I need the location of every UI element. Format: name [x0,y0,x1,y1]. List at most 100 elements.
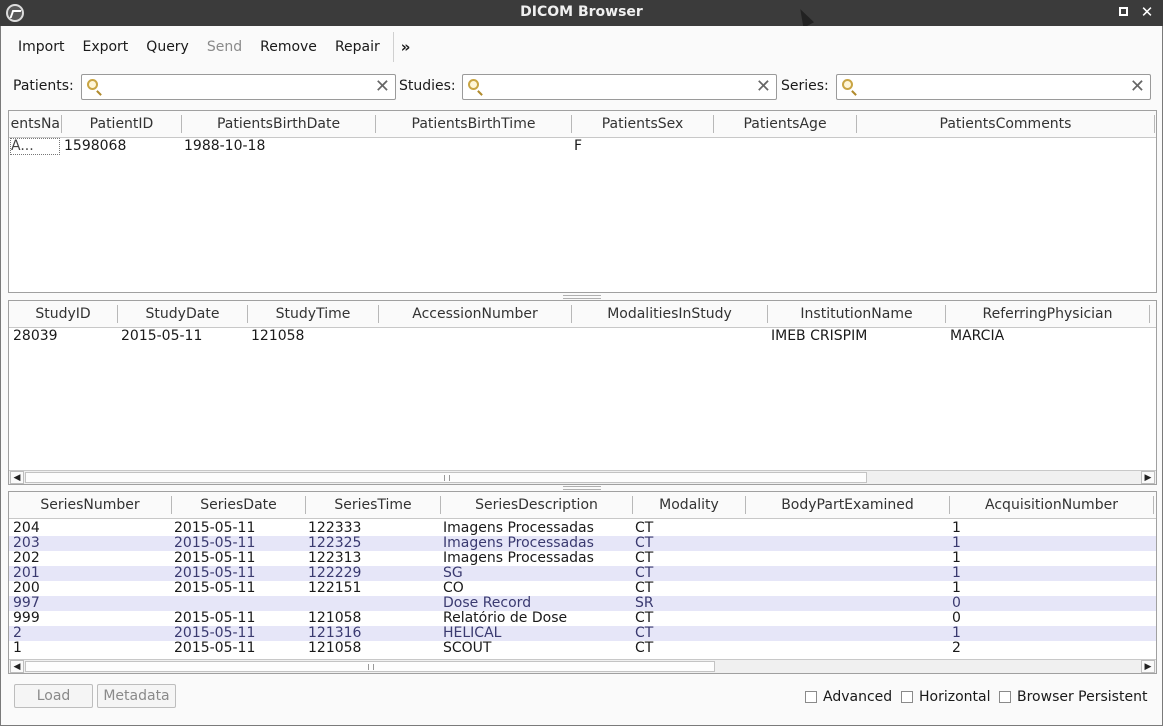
table-cell: 2015-05-11 [174,521,256,536]
clear-icon[interactable]: ✕ [375,76,390,98]
remove-button[interactable]: Remove [251,33,326,61]
table-cell: 2015-05-11 [174,566,256,581]
column-header[interactable]: StudyTime [248,301,378,327]
series-search-field: ✕ [836,74,1151,100]
table-row[interactable]: 28039 2015-05-11 121058 IMEB CRISPIM MAR… [9,329,1156,344]
column-header[interactable]: SeriesNumber [9,492,171,518]
splitter-handle[interactable] [563,486,601,490]
checkbox-box[interactable] [901,691,913,703]
clear-icon[interactable]: ✕ [756,76,771,98]
toolbar-overflow-button[interactable]: » [396,33,416,61]
column-header[interactable]: SeriesDescription [441,492,632,518]
table-cell: 28039 [13,329,58,344]
horizontal-checkbox-label: Horizontal [919,689,991,705]
scroll-right-icon[interactable]: ▶ [1141,660,1155,673]
window-title: DICOM Browser [520,4,643,20]
checkbox-box[interactable] [999,691,1011,703]
clear-icon[interactable]: ✕ [1130,76,1145,98]
horizontal-checkbox[interactable]: Horizontal [901,689,990,705]
scrollbar-thumb[interactable] [25,661,715,672]
series-search-input[interactable] [861,78,1128,96]
scroll-left-icon[interactable]: ◀ [10,660,24,673]
browser-persistent-checkbox-label: Browser Persistent [1017,689,1148,705]
checkbox-box[interactable] [805,691,817,703]
column-header[interactable]: entsNa [9,111,60,137]
scroll-right-icon[interactable]: ▶ [1141,471,1155,484]
column-header[interactable]: PatientsSex [572,111,713,137]
repair-button[interactable]: Repair [326,33,389,61]
column-header[interactable]: AccessionNumber [379,301,571,327]
send-button[interactable]: Send [198,33,251,61]
column-header[interactable]: PatientsAge [714,111,856,137]
table-cell: 1988-10-18 [184,139,266,154]
column-header[interactable]: ReferringPhysician [946,301,1149,327]
column-header[interactable]: PatientID [62,111,181,137]
table-cell: 2015-05-11 [174,626,256,641]
table-cell: 122333 [308,521,362,536]
splitter-handle[interactable] [563,295,601,299]
column-header[interactable]: ModalitiesInStudy [572,301,767,327]
table-cell: 999 [13,611,40,626]
advanced-checkbox-label: Advanced [823,689,893,705]
table-cell [575,329,765,344]
table-cell: 1 [952,521,961,536]
table-cell: HELICAL [443,626,502,641]
column-header[interactable]: StudyDate [118,301,247,327]
table-cell: CT [635,521,654,536]
table-cell: 1598068 [64,139,127,154]
column-header[interactable]: AcquisitionNumber [950,492,1153,518]
table-row[interactable]: 200 2015-05-11 122151 CO CT 1 [9,581,1156,596]
table-row[interactable]: 203 2015-05-11 122325 Imagens Processada… [9,536,1156,551]
column-header[interactable]: SeriesDate [172,492,305,518]
scroll-left-icon[interactable]: ◀ [10,471,24,484]
export-button[interactable]: Export [73,33,137,61]
table-row[interactable]: 204 2015-05-11 122333 Imagens Processada… [9,521,1156,536]
search-icon [468,79,479,90]
column-header[interactable]: PatientsComments [857,111,1154,137]
table-row[interactable]: A... 1598068 1988-10-18 F [9,138,1156,155]
maximize-icon[interactable] [1114,3,1132,21]
column-header[interactable]: InstitutionName [768,301,945,327]
patients-search-input[interactable] [106,78,373,96]
table-row[interactable]: 201 2015-05-11 122229 SG CT 1 [9,566,1156,581]
table-row[interactable]: 2 2015-05-11 121316 HELICAL CT 1 [9,626,1156,641]
table-row[interactable]: 202 2015-05-11 122313 Imagens Processada… [9,551,1156,566]
studies-search-input[interactable] [487,78,754,96]
column-header[interactable]: PatientsBirthTime [376,111,571,137]
table-cell: 2015-05-11 [174,581,256,596]
table-cell [748,626,946,641]
table-cell [748,566,946,581]
import-button[interactable]: Import [9,33,73,61]
table-row[interactable]: 1 2015-05-11 121058 SCOUT CT 2 [9,641,1156,656]
series-horizontal-scrollbar[interactable]: ◀ ▶ [9,659,1156,673]
column-header[interactable]: BodyPartExamined [746,492,949,518]
column-header[interactable]: SeriesTime [306,492,440,518]
close-icon[interactable]: ✕ [1138,3,1156,21]
toolbar-separator [392,32,394,62]
table-cell: 1 [952,536,961,551]
metadata-button[interactable]: Metadata [97,684,176,708]
table-cell: 1 [952,566,961,581]
column-header[interactable]: Modality [633,492,745,518]
dicom-browser-window: Import Export Query Send Remove Repair »… [0,26,1163,726]
search-icon [842,79,853,90]
load-button[interactable]: Load [14,684,93,708]
table-cell: 122229 [308,566,362,581]
table-cell: CT [635,566,654,581]
table-cell: Imagens Processadas [443,551,594,566]
column-header[interactable]: StudyID [9,301,117,327]
table-row[interactable]: 997 Dose Record SR 0 [9,596,1156,611]
table-cell: 122151 [308,581,362,596]
table-cell: 2015-05-11 [174,536,256,551]
table-cell: A... [10,138,60,155]
table-row[interactable]: 999 2015-05-11 121058 Relatório de Dose … [9,611,1156,626]
query-button[interactable]: Query [137,33,198,61]
studies-horizontal-scrollbar[interactable]: ◀ ▶ [9,470,1156,484]
advanced-checkbox[interactable]: Advanced [805,689,892,705]
table-cell [716,139,854,154]
table-cell: CT [635,626,654,641]
scrollbar-thumb[interactable] [25,472,867,483]
column-header[interactable]: PatientsBirthDate [182,111,375,137]
footer-bar: Load Metadata Advanced Horizontal Browse… [1,680,1162,712]
browser-persistent-checkbox[interactable]: Browser Persistent [999,689,1147,705]
